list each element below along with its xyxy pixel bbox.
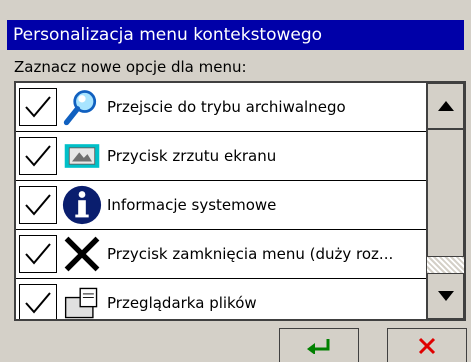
list-item[interactable]: Przeglądarka plików (16, 279, 428, 319)
scroll-thumb[interactable] (427, 129, 464, 257)
list-item-label: Przejscie do trybu archiwalnego (107, 98, 346, 116)
checkmark-icon (25, 292, 51, 314)
enter-arrow-icon (307, 338, 330, 354)
list-item[interactable]: Przejscie do trybu archiwalnego (16, 83, 428, 132)
close-icon (418, 337, 436, 354)
triangle-down-icon (437, 291, 454, 301)
scroll-down-button[interactable] (427, 273, 464, 319)
list-item-label: Przeglądarka plików (107, 294, 257, 312)
close-x-icon (60, 232, 104, 276)
list-item-label: Informacje systemowe (107, 196, 277, 214)
list-item-label: Przycisk zamknięcia menu (duży roz... (107, 245, 394, 263)
checkbox[interactable] (19, 137, 57, 175)
list-item[interactable]: Przycisk zrzutu ekranu (16, 132, 428, 181)
instruction-label: Zaznacz nowe opcje dla menu: (14, 58, 247, 76)
list-item[interactable]: Informacje systemowe (16, 181, 428, 230)
ok-button[interactable] (279, 328, 359, 362)
checkmark-icon (25, 194, 51, 216)
magnifier-icon (60, 85, 104, 129)
file-browser-icon (60, 281, 104, 319)
menu-options-list[interactable]: Przejscie do trybu archiwalnego Przycisk… (14, 81, 466, 321)
checkbox[interactable] (19, 186, 57, 224)
checkbox[interactable] (19, 284, 57, 319)
list-item-label: Przycisk zrzutu ekranu (107, 147, 277, 165)
triangle-up-icon (437, 101, 454, 111)
list-item[interactable]: Przycisk zamknięcia menu (duży roz... (16, 230, 428, 279)
checkmark-icon (25, 96, 51, 118)
window-title: Personalizacja menu kontekstowego (7, 20, 464, 50)
info-icon (60, 183, 104, 227)
scroll-up-button[interactable] (427, 83, 464, 129)
screenshot-icon (60, 134, 104, 178)
checkmark-icon (25, 243, 51, 265)
checkmark-icon (25, 145, 51, 167)
vertical-scrollbar[interactable] (426, 83, 464, 319)
checkbox[interactable] (19, 235, 57, 273)
cancel-button[interactable] (387, 328, 467, 362)
button-bar (0, 323, 471, 362)
checkbox[interactable] (19, 88, 57, 126)
